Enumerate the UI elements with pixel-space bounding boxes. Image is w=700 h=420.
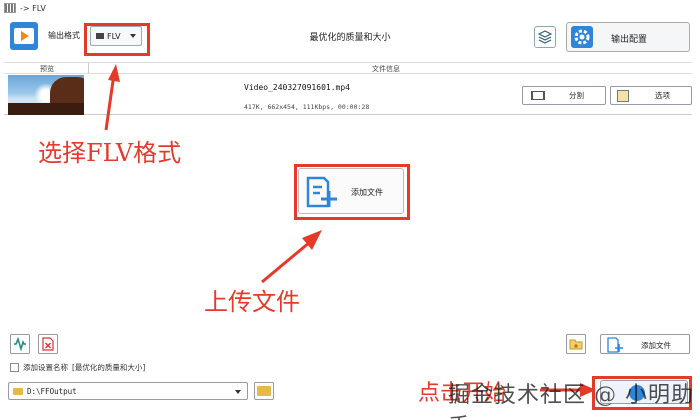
annotation-select-format: 选择FLV格式 — [38, 139, 182, 167]
audio-tool-button[interactable] — [10, 334, 30, 354]
add-file-label: 添加文件 — [641, 341, 671, 350]
remove-file-button[interactable] — [38, 334, 58, 354]
remove-file-icon — [42, 337, 54, 351]
add-file-icon-small — [607, 337, 623, 353]
save-settings-row: 添加设置名称 [最优化的质量和大小] — [10, 362, 145, 373]
waveform-icon — [14, 337, 26, 351]
add-folder-button[interactable] — [566, 334, 586, 354]
annotation-upload-file: 上传文件 — [204, 288, 300, 316]
output-path-dropdown[interactable]: D:\FFOutput — [8, 382, 248, 400]
save-settings-label: 添加设置名称 — [23, 363, 68, 372]
folder-icon — [13, 387, 23, 395]
save-settings-checkbox[interactable] — [10, 363, 19, 372]
save-settings-value: [最优化的质量和大小] — [72, 363, 146, 372]
chevron-down-icon — [235, 390, 241, 394]
open-folder-icon — [257, 386, 271, 396]
folder-plus-icon — [569, 339, 583, 350]
add-file-button[interactable]: 添加文件 — [600, 334, 690, 354]
highlight-add-file-box — [294, 164, 410, 220]
browse-folder-button[interactable] — [254, 382, 274, 400]
watermark: 掘金技术社区 @ 小明助手 — [448, 383, 694, 420]
output-path-value: D:\FFOutput — [27, 386, 77, 396]
